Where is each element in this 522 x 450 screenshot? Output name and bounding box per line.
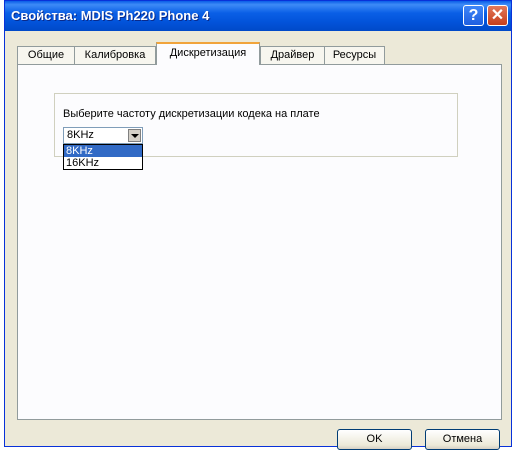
title-bar[interactable]: Свойства: MDIS Ph220 Phone 4 ? ✕ <box>5 1 511 31</box>
option-16khz[interactable]: 16KHz <box>64 157 142 169</box>
tab-general[interactable]: Общие <box>17 46 75 64</box>
help-icon: ? <box>468 7 479 24</box>
combo-value: 8KHz <box>67 129 94 141</box>
sampling-rate-label: Выберите частоту дискретизации кодека на… <box>63 108 320 120</box>
sampling-rate-select[interactable]: 8KHz <box>63 127 143 144</box>
close-icon: ✕ <box>490 7 505 24</box>
tab-resources[interactable]: Ресурсы <box>324 46 385 64</box>
option-8khz[interactable]: 8KHz <box>64 145 142 157</box>
tab-sampling[interactable]: Дискретизация <box>156 42 260 65</box>
sampling-rate-dropdown: 8KHz 16KHz <box>63 144 143 170</box>
tab-driver[interactable]: Драйвер <box>260 46 325 64</box>
properties-window: Свойства: MDIS Ph220 Phone 4 ? ✕ Общие К… <box>4 0 512 450</box>
help-button[interactable]: ? <box>463 5 484 26</box>
sampling-group: Выберите частоту дискретизации кодека на… <box>54 93 458 170</box>
close-button[interactable]: ✕ <box>487 5 508 26</box>
window-title: Свойства: MDIS Ph220 Phone 4 <box>11 8 210 23</box>
tab-panel-sampling: Выберите частоту дискретизации кодека на… <box>17 64 502 420</box>
tab-calibration[interactable]: Калибровка <box>74 46 156 64</box>
chevron-down-icon[interactable] <box>128 129 141 142</box>
